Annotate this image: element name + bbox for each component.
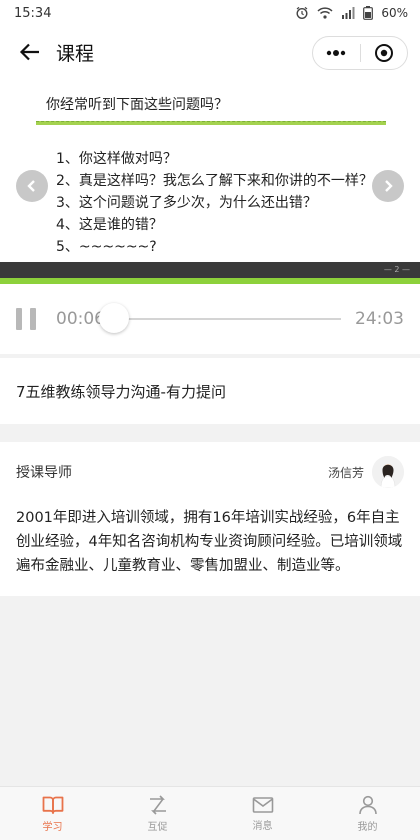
page-title: 课程 [56, 42, 95, 65]
mail-icon [252, 796, 273, 813]
book-icon [42, 796, 63, 814]
back-button[interactable] [16, 38, 44, 66]
previous-slide-button[interactable] [16, 170, 48, 202]
slide-list-item: 1、你这样做对吗？ [56, 151, 177, 167]
close-button[interactable] [361, 37, 408, 69]
course-title: 7五维教练领导力沟通-有力提问 [16, 382, 226, 401]
tab-interact[interactable]: 互促 [105, 787, 210, 840]
status-time: 15:34 [14, 5, 52, 21]
signal-icon [341, 7, 355, 19]
course-slide: 你经常听到下面这些问题吗？ 1、你这样做对吗？ 2、真是这样吗？我怎么了解下来和… [0, 78, 420, 284]
progress-thumb[interactable] [98, 303, 129, 333]
slide-underline [36, 121, 386, 125]
chevron-right-icon [385, 180, 393, 192]
tab-mine[interactable]: 我的 [315, 787, 420, 840]
slide-question-list: 1、你这样做对吗？ 2、真是这样吗？我怎么了解下来和你讲的不一样？ 3、这个问题… [56, 148, 373, 258]
slide-list-item: 4、这是谁的错？ [56, 217, 163, 233]
teacher-section-label: 授课导师 [16, 465, 72, 481]
slide-footer-bar: — 2 — [0, 262, 420, 284]
slide-question: 你经常听到下面这些问题吗？ [46, 97, 228, 113]
status-icons: 60% [295, 6, 408, 20]
tab-label: 学习 [42, 821, 63, 833]
teacher-card: 授课导师 汤信芳 2001年即进入培训领域，拥有16年培训实战经验，6年自主创业… [0, 442, 420, 596]
slide-list-item: 3、这个问题说了多少次，为什么还出错？ [56, 195, 317, 211]
current-time: 00:06 [56, 309, 105, 329]
battery-percent: 60% [381, 6, 408, 20]
progress-slider[interactable] [98, 303, 341, 333]
pause-icon [30, 308, 36, 330]
next-slide-button[interactable] [372, 170, 404, 202]
wifi-icon [317, 7, 333, 19]
slide-list-item: 5、~~~~~~? [56, 239, 157, 255]
status-bar: 15:34 60% [0, 0, 420, 26]
more-button[interactable] [313, 37, 360, 69]
nav-bar: 课程 [0, 26, 420, 78]
tab-label: 消息 [252, 820, 273, 832]
target-close-icon [374, 44, 393, 62]
person-icon [358, 795, 377, 814]
total-time: 24:03 [355, 309, 404, 329]
teacher-profile[interactable]: 汤信芳 [328, 456, 404, 488]
battery-icon [363, 6, 374, 20]
teacher-bio: 2001年即进入培训领域，拥有16年培训实战经验，6年自主创业经验，4年知名咨询… [16, 510, 403, 574]
mini-program-capsule [312, 36, 408, 70]
teacher-name: 汤信芳 [327, 465, 364, 480]
pause-icon [16, 308, 22, 330]
tab-label: 互促 [147, 821, 168, 833]
alarm-icon [295, 6, 309, 20]
swap-icon [149, 794, 166, 815]
tab-label: 我的 [357, 821, 378, 833]
teacher-header: 授课导师 汤信芳 [16, 456, 404, 488]
avatar [372, 456, 404, 488]
pause-button[interactable] [16, 308, 36, 330]
tab-learn[interactable]: 学习 [0, 787, 105, 840]
audio-player: 00:06 24:03 [0, 284, 420, 354]
bottom-tab-bar: 学习 互促 消息 我的 [0, 786, 420, 840]
slide-page-indicator: — 2 — [383, 265, 410, 274]
course-title-section: 7五维教练领导力沟通-有力提问 [0, 358, 420, 424]
chevron-left-icon [27, 180, 35, 192]
arrow-left-icon [19, 43, 39, 61]
slide-list-item: 2、真是这样吗？我怎么了解下来和你讲的不一样？ [56, 173, 373, 189]
more-dots-icon [327, 50, 346, 56]
tab-messages[interactable]: 消息 [210, 787, 315, 840]
